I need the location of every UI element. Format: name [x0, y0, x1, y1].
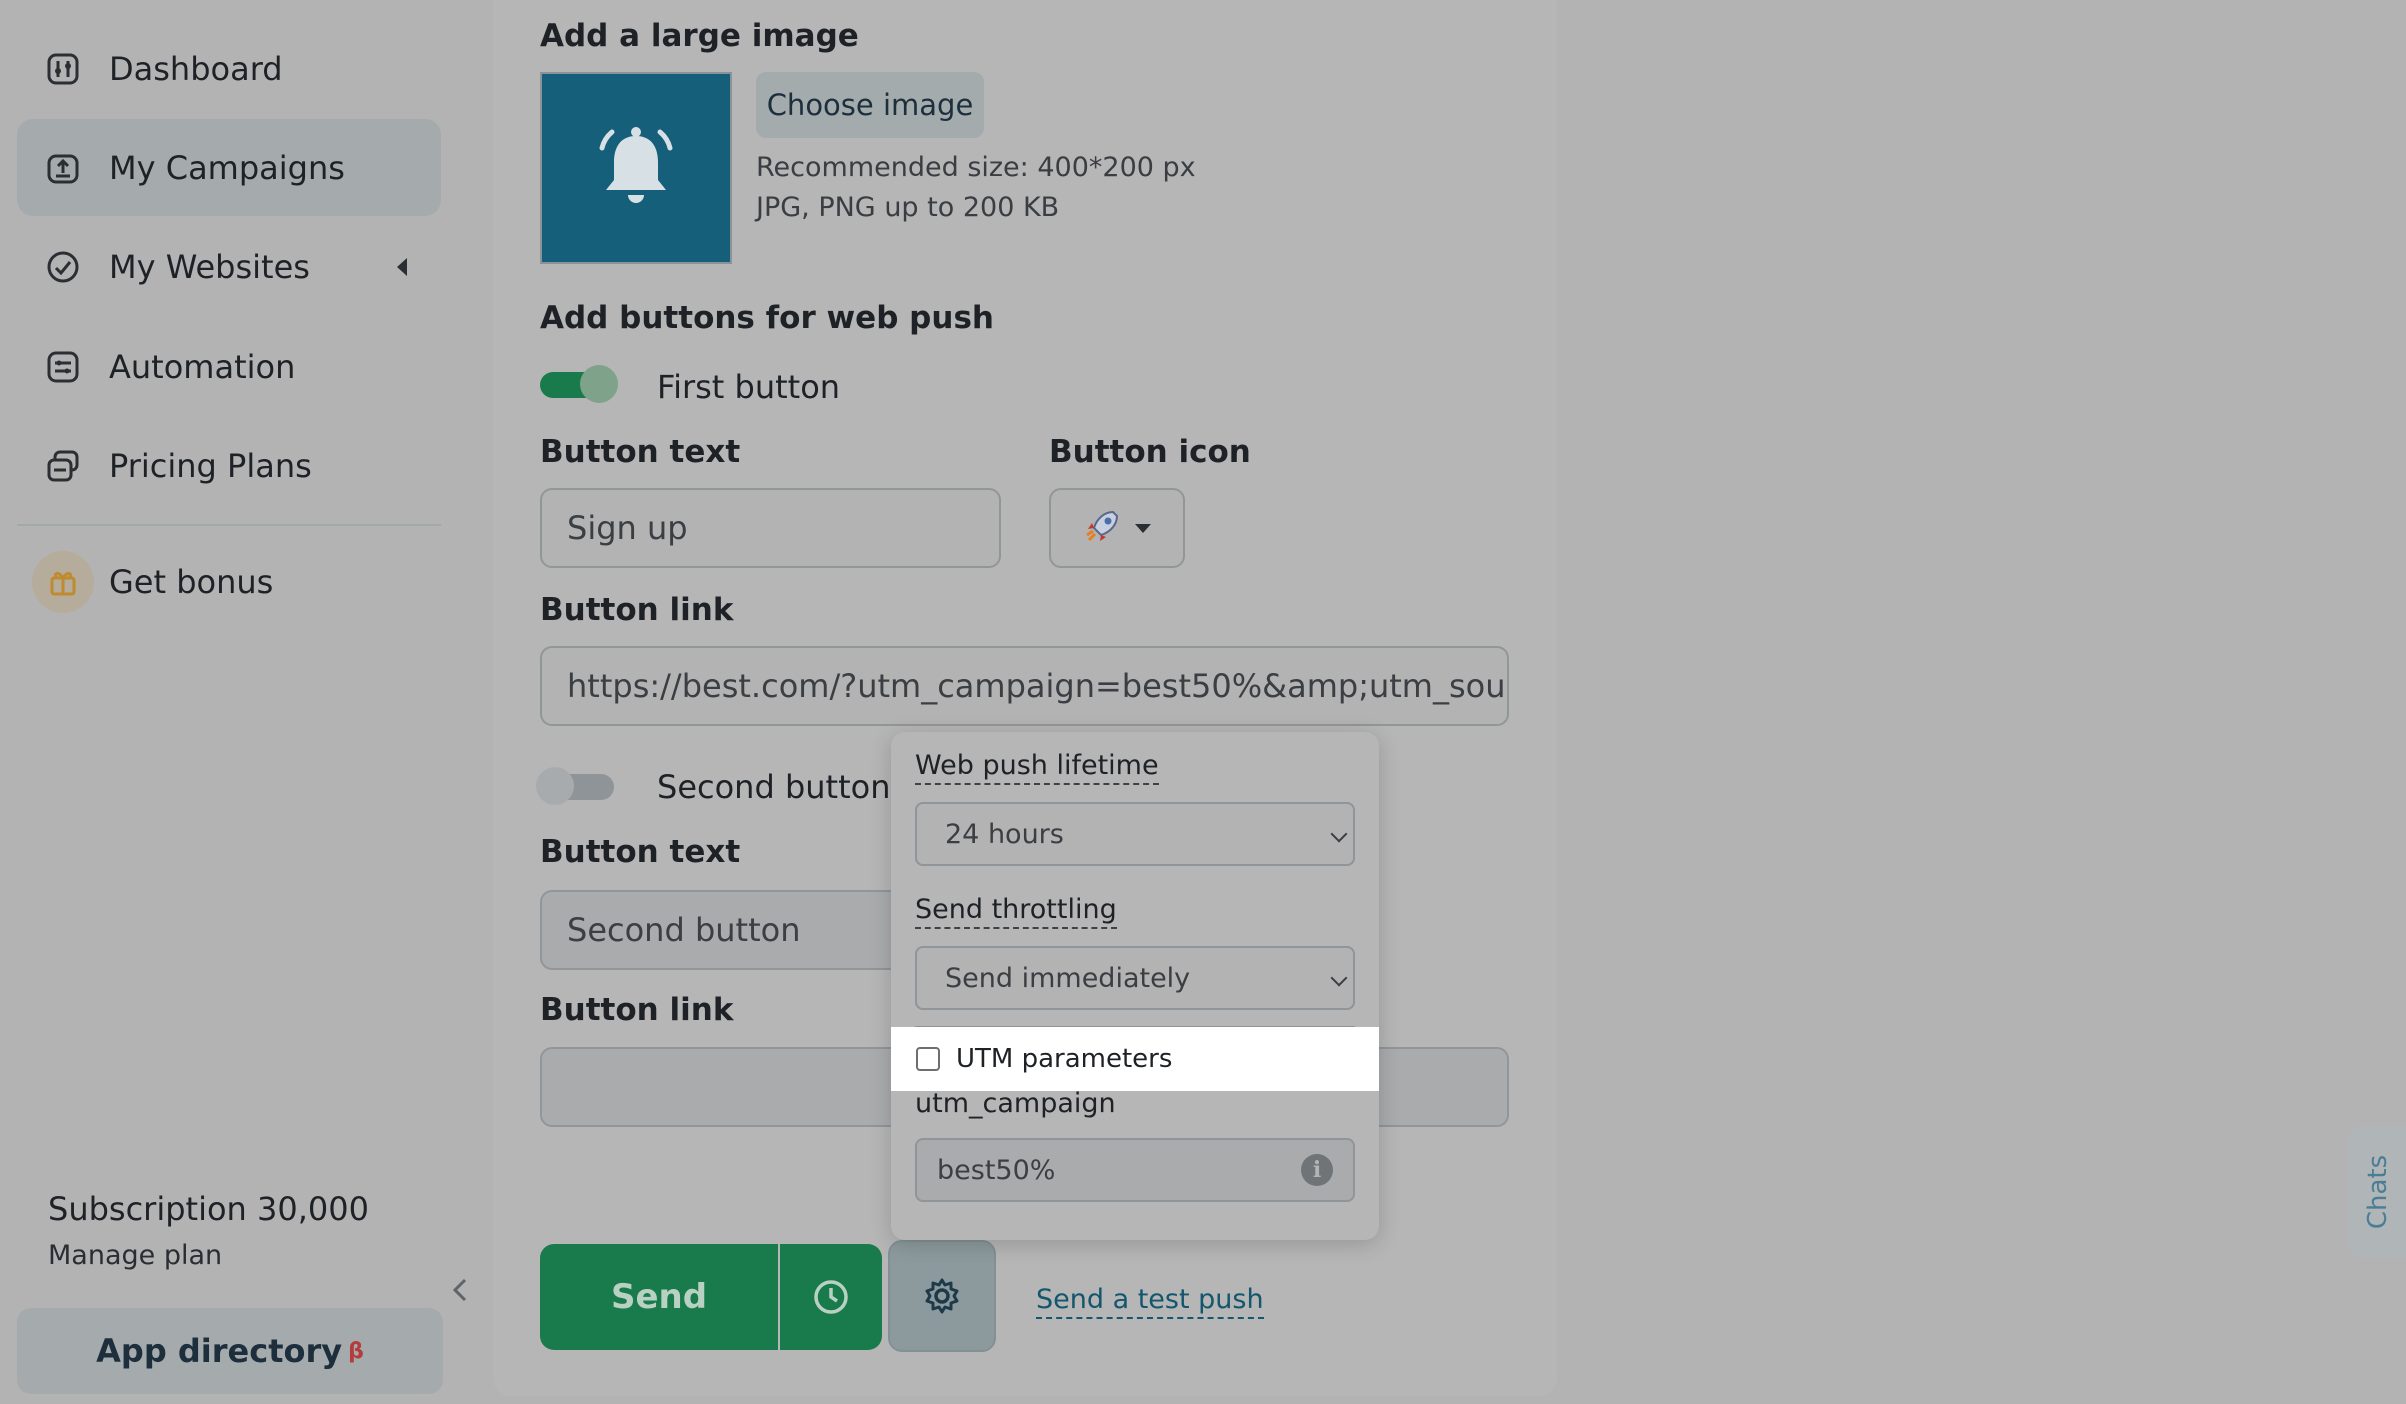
sidebar-item-label: My Campaigns	[109, 148, 345, 187]
button-link-label: Button link	[540, 592, 734, 628]
sidebar-item-label: Automation	[109, 347, 296, 386]
first-button-link-input[interactable]: https://best.com/?utm_campaign=best50%&a…	[540, 646, 1509, 726]
first-button-toggle-label: First button	[657, 368, 841, 406]
info-icon[interactable]: i	[1301, 1154, 1333, 1186]
first-button-text-input[interactable]: Sign up	[540, 488, 1001, 568]
expand-arrow-icon[interactable]	[397, 258, 407, 276]
gift-icon	[32, 550, 94, 613]
sidebar-item-pricing-plans[interactable]: Pricing Plans	[17, 417, 441, 514]
gear-icon	[925, 1278, 959, 1314]
buttons-section-title: Add buttons for web push	[540, 300, 994, 336]
second-button-toggle[interactable]	[536, 767, 614, 805]
schedule-button[interactable]	[780, 1244, 882, 1350]
button-icon-label: Button icon	[1049, 434, 1251, 470]
app-directory-button[interactable]: App directory β	[17, 1308, 443, 1394]
sidebar-item-label: Pricing Plans	[109, 446, 312, 485]
chevron-down-icon	[1330, 825, 1348, 843]
bell-icon	[599, 127, 673, 203]
sidebar: Dashboard My Campaigns My Websites Autom…	[0, 0, 460, 1404]
chats-label: Chats	[2363, 1154, 2393, 1230]
throttling-label[interactable]: Send throttling	[915, 894, 1117, 929]
beta-badge: β	[348, 1338, 364, 1364]
lifetime-value: 24 hours	[945, 818, 1064, 850]
large-image-title: Add a large image	[540, 18, 859, 54]
sidebar-item-automation[interactable]: Automation	[17, 318, 441, 415]
sidebar-item-label: Get bonus	[109, 562, 274, 601]
app-directory-label: App directory	[96, 1332, 343, 1370]
utm-parameters-checkbox[interactable]	[916, 1047, 940, 1071]
utm-parameters-label: UTM parameters	[956, 1044, 1173, 1074]
image-format-hint: JPG, PNG up to 200 KB	[756, 192, 1060, 223]
send-button[interactable]: Send	[540, 1244, 778, 1350]
automation-icon	[45, 349, 81, 385]
pricing-icon	[45, 448, 81, 484]
utm-campaign-input[interactable]: best50% i	[915, 1138, 1355, 1202]
lifetime-label[interactable]: Web push lifetime	[915, 750, 1159, 785]
sidebar-item-my-campaigns[interactable]: My Campaigns	[17, 119, 441, 216]
utm-campaign-label: utm_campaign	[915, 1088, 1116, 1119]
throttling-select[interactable]: Send immediately	[915, 946, 1355, 1010]
dashboard-icon	[45, 51, 81, 87]
chevron-down-icon	[1135, 523, 1151, 533]
manage-plan-link[interactable]: Manage plan	[48, 1240, 222, 1271]
image-size-hint: Recommended size: 400*200 px	[756, 152, 1196, 183]
sidebar-item-get-bonus[interactable]: Get bonus	[17, 533, 441, 630]
large-image-preview[interactable]	[540, 72, 732, 264]
throttling-value: Send immediately	[945, 962, 1191, 994]
first-button-toggle[interactable]	[540, 365, 618, 403]
rocket-icon	[1083, 506, 1123, 550]
sidebar-item-dashboard[interactable]: Dashboard	[17, 20, 441, 117]
sidebar-item-label: My Websites	[109, 247, 310, 286]
clock-icon	[814, 1280, 848, 1314]
campaign-icon	[45, 150, 81, 186]
second-button-toggle-label: Second button	[657, 768, 891, 806]
button-icon-select[interactable]	[1049, 488, 1185, 568]
chats-tab[interactable]: Chats	[2348, 1126, 2406, 1258]
send-settings-popover: Web push lifetime 24 hours Send throttli…	[891, 732, 1379, 1240]
subscription-title: Subscription 30,000	[48, 1190, 369, 1228]
second-button-text-label: Button text	[540, 834, 741, 870]
send-test-push-link[interactable]: Send a test push	[1036, 1284, 1264, 1319]
choose-image-button[interactable]: Choose image	[756, 72, 984, 138]
sidebar-item-label: Dashboard	[109, 49, 283, 88]
toggle-knob	[536, 767, 574, 805]
utm-campaign-value: best50%	[937, 1154, 1056, 1186]
send-settings-button[interactable]	[888, 1240, 996, 1352]
websites-icon	[45, 249, 81, 285]
second-button-link-label: Button link	[540, 992, 734, 1028]
utm-parameters-row[interactable]: UTM parameters	[891, 1027, 1379, 1091]
sidebar-item-my-websites[interactable]: My Websites	[17, 218, 441, 315]
toggle-knob	[580, 365, 618, 403]
sidebar-divider	[17, 524, 441, 526]
chevron-down-icon	[1330, 969, 1348, 987]
button-text-label: Button text	[540, 434, 741, 470]
collapse-sidebar-icon[interactable]	[448, 1274, 472, 1306]
lifetime-select[interactable]: 24 hours	[915, 802, 1355, 866]
